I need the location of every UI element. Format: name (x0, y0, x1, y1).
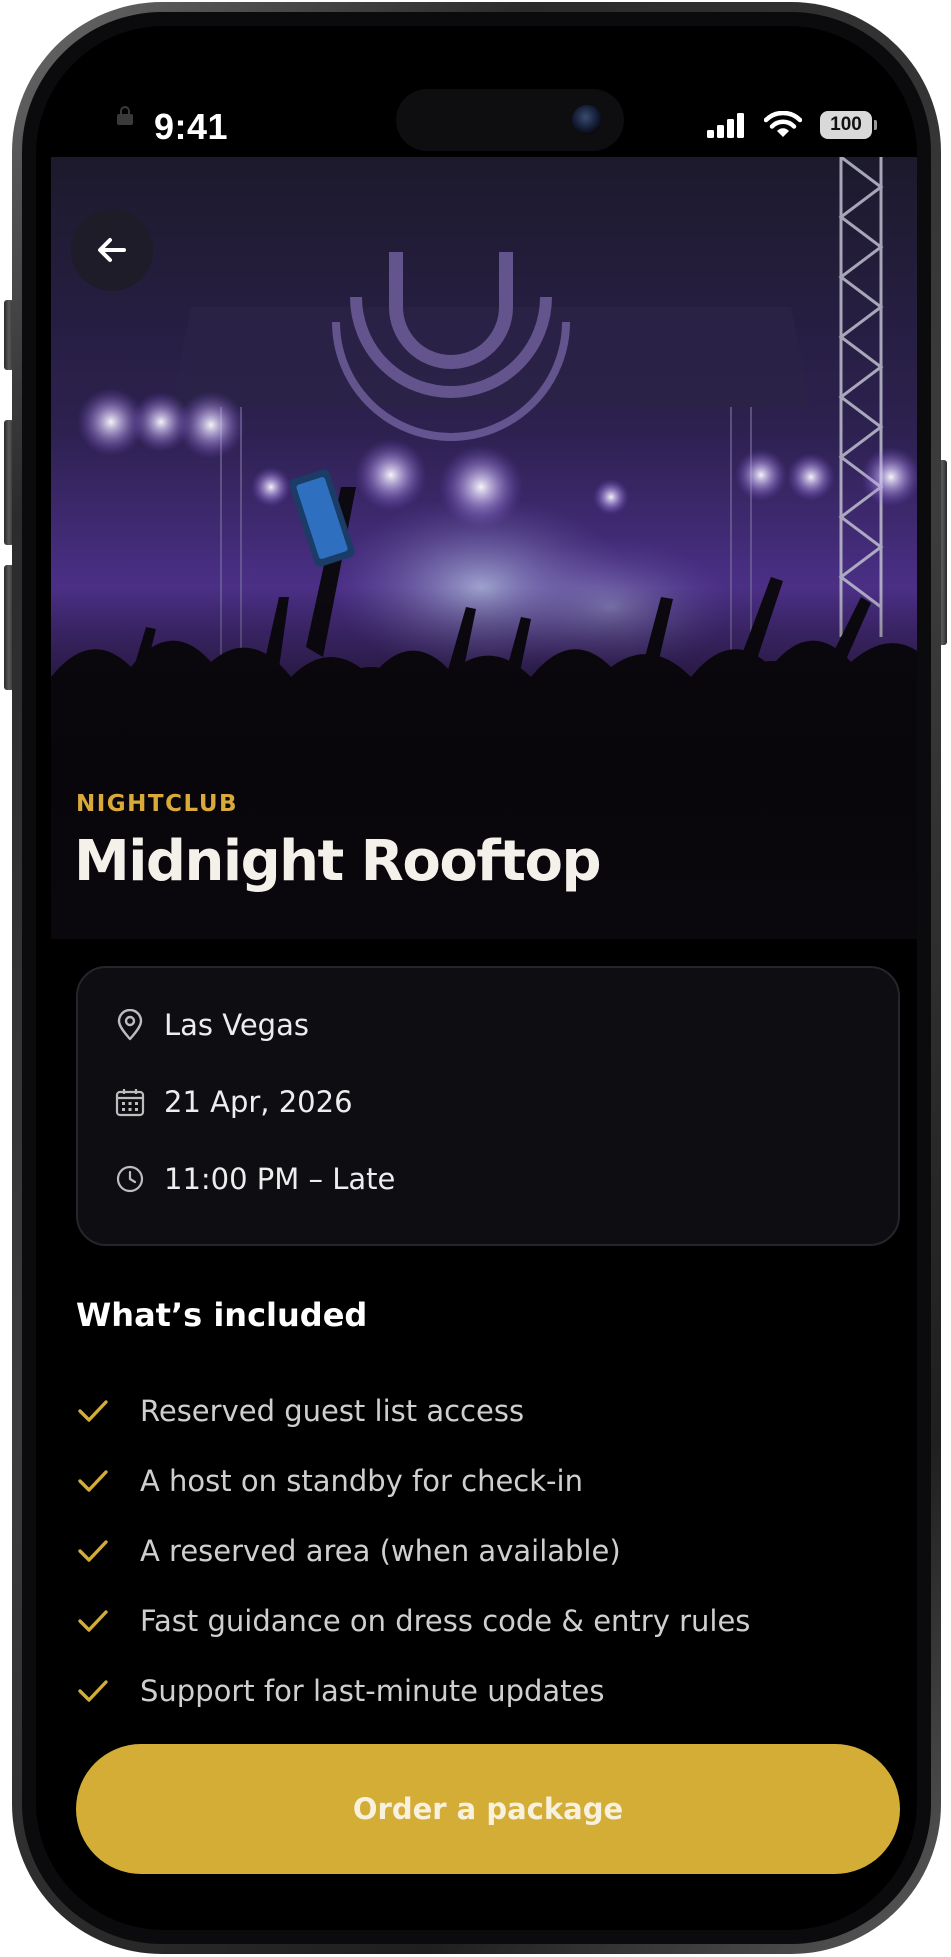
event-title: Midnight Rooftop (74, 829, 602, 894)
battery-icon: 100 (820, 111, 877, 139)
order-package-button[interactable]: Order a package (76, 1744, 900, 1874)
hero-image: NIGHTCLUB Midnight Rooftop (51, 157, 917, 939)
included-item-text: Reserved guest list access (140, 1394, 525, 1428)
detail-time: 11:00 PM – Late (114, 1162, 395, 1196)
back-button[interactable] (71, 209, 153, 291)
camera-icon (572, 105, 602, 135)
included-item: Fast guidance on dress code & entry rule… (76, 1604, 750, 1638)
check-icon (76, 1674, 110, 1708)
check-icon (76, 1394, 110, 1428)
included-item: Support for last-minute updates (76, 1674, 605, 1708)
detail-date-text: 21 Apr, 2026 (164, 1085, 353, 1119)
check-icon (76, 1534, 110, 1568)
included-title: What’s included (76, 1296, 368, 1334)
included-item-text: A reserved area (when available) (140, 1534, 621, 1568)
detail-location: Las Vegas (114, 1008, 309, 1042)
detail-time-text: 11:00 PM – Late (164, 1162, 396, 1196)
wifi-icon (764, 111, 802, 137)
phone-frame: 9:41 100 NIGHTCLUB Midnight Rooftop Las … (12, 2, 941, 1954)
detail-location-text: Las Vegas (164, 1008, 309, 1042)
signal-icon (707, 113, 744, 138)
map-pin-icon (114, 1009, 146, 1041)
event-category: NIGHTCLUB (76, 791, 239, 817)
included-item-text: A host on standby for check-in (140, 1464, 583, 1498)
included-item-text: Support for last-minute updates (140, 1674, 605, 1708)
clock-icon (114, 1163, 146, 1195)
event-details-card: Las Vegas 21 Apr, 2026 11:00 PM – Late (76, 966, 900, 1246)
battery-level: 100 (830, 114, 862, 135)
included-item: Reserved guest list access (76, 1394, 524, 1428)
screen: 9:41 100 NIGHTCLUB Midnight Rooftop Las … (36, 26, 917, 1930)
arrow-left-icon (98, 238, 126, 262)
concert-image (51, 157, 917, 939)
included-item: A reserved area (when available) (76, 1534, 621, 1568)
phone-bezel: 9:41 100 NIGHTCLUB Midnight Rooftop Las … (22, 12, 931, 1944)
dynamic-island (396, 89, 624, 151)
calendar-icon (114, 1086, 146, 1118)
check-icon (76, 1604, 110, 1638)
status-icons: 100 (706, 111, 877, 139)
check-icon (76, 1464, 110, 1498)
detail-date: 21 Apr, 2026 (114, 1085, 353, 1119)
included-item: A host on standby for check-in (76, 1464, 583, 1498)
status-time: 9:41 (154, 106, 229, 147)
lock-icon (117, 106, 133, 125)
included-item-text: Fast guidance on dress code & entry rule… (140, 1604, 751, 1638)
